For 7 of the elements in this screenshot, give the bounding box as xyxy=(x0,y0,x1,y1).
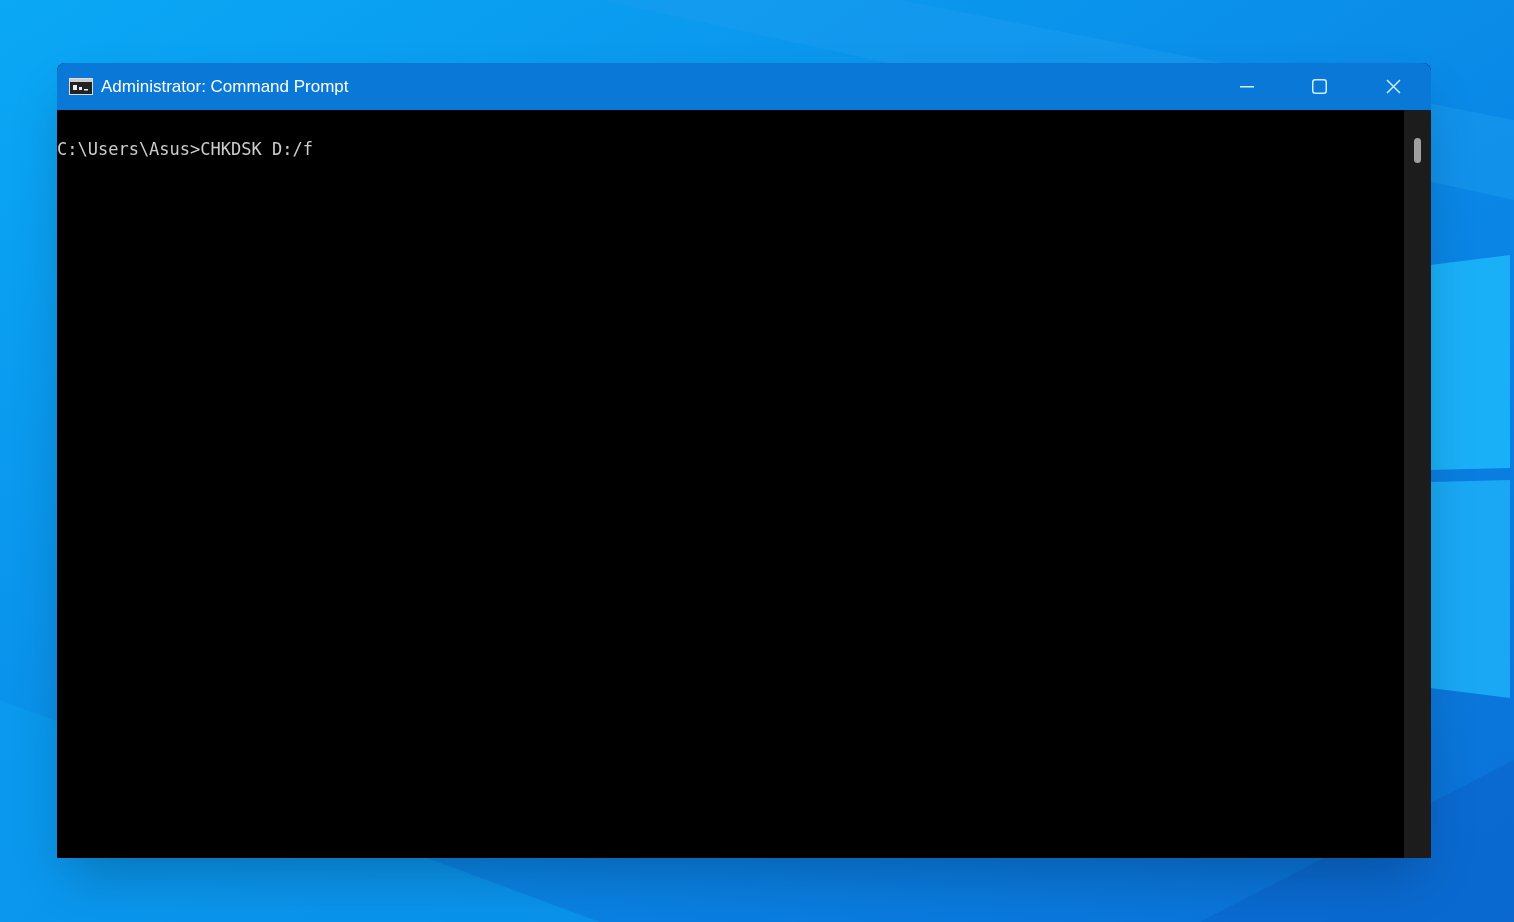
close-icon xyxy=(1385,79,1401,94)
minimize-icon xyxy=(1240,85,1254,88)
maximize-icon xyxy=(1311,79,1327,94)
console-line: C:\Users\Asus>CHKDSK D:/f xyxy=(57,138,313,161)
scrollbar-thumb[interactable] xyxy=(1414,138,1421,163)
window-title: Administrator: Command Prompt xyxy=(101,75,349,98)
console-icon xyxy=(69,78,93,95)
